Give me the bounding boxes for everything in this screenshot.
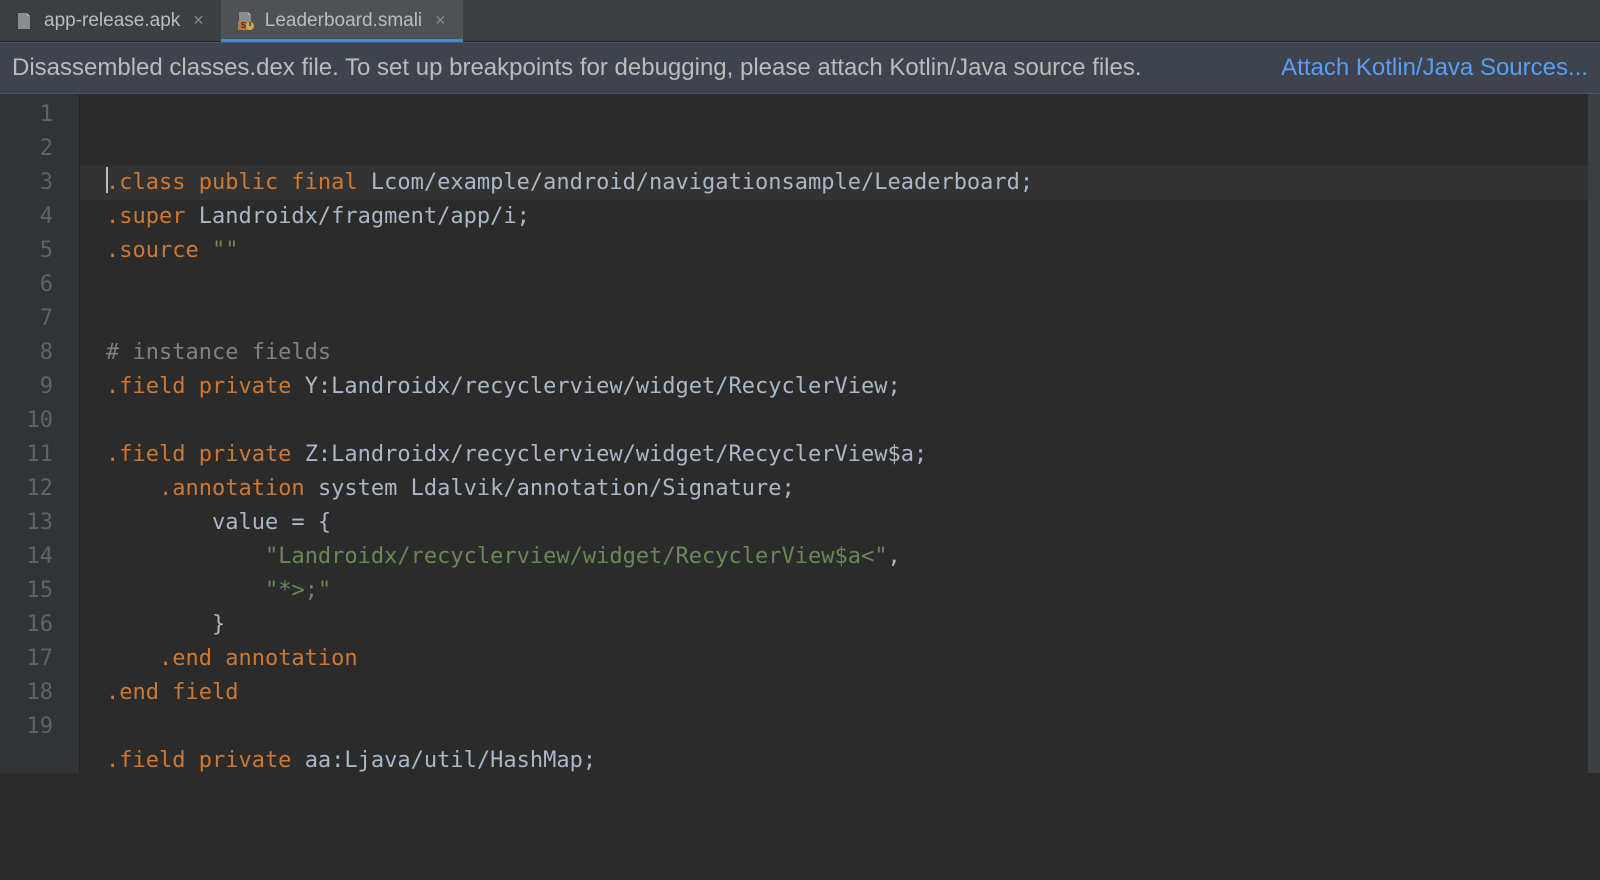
line-number: 15 — [0, 574, 79, 608]
code-line[interactable]: "Landroidx/recyclerview/widget/RecyclerV… — [106, 540, 1600, 574]
attach-sources-link[interactable]: Attach Kotlin/Java Sources... — [1281, 54, 1588, 82]
line-number: 7 — [0, 302, 79, 336]
line-number: 2 — [0, 132, 79, 166]
line-number: 18 — [0, 676, 79, 710]
svg-text:S: S — [241, 21, 247, 30]
code-line[interactable]: .field private Y:Landroidx/recyclerview/… — [106, 370, 1600, 404]
tab-leaderboard-smali[interactable]: S Leaderboard.smali × — [221, 0, 463, 41]
code-line[interactable]: .source "" — [106, 234, 1600, 268]
code-line[interactable] — [106, 302, 1600, 336]
code-line[interactable]: .super Landroidx/fragment/app/i; — [106, 200, 1600, 234]
code-line[interactable]: .end field — [106, 676, 1600, 710]
line-number: 14 — [0, 540, 79, 574]
line-number: 12 — [0, 472, 79, 506]
apk-file-icon — [14, 11, 34, 31]
code-line[interactable] — [106, 710, 1600, 744]
line-number: 13 — [0, 506, 79, 540]
code-line[interactable]: value = { — [106, 506, 1600, 540]
line-number: 4 — [0, 200, 79, 234]
code-line[interactable] — [106, 404, 1600, 438]
code-content[interactable]: .class public final Lcom/example/android… — [80, 94, 1600, 773]
close-icon[interactable]: × — [190, 10, 207, 31]
code-line[interactable] — [106, 778, 1600, 812]
code-line[interactable]: "*>;" — [106, 574, 1600, 608]
line-number: 17 — [0, 642, 79, 676]
tab-app-release[interactable]: app-release.apk × — [0, 0, 221, 41]
editor[interactable]: 12345678910111213141516171819 .class pub… — [0, 94, 1600, 773]
line-number: 10 — [0, 404, 79, 438]
code-line[interactable]: .field private Z:Landroidx/recyclerview/… — [106, 438, 1600, 472]
scrollbar-track[interactable] — [1588, 94, 1600, 773]
banner-message: Disassembled classes.dex file. To set up… — [12, 54, 1142, 82]
code-line[interactable]: .end annotation — [106, 642, 1600, 676]
line-number: 19 — [0, 710, 79, 744]
notification-banner: Disassembled classes.dex file. To set up… — [0, 42, 1600, 94]
smali-file-icon: S — [235, 11, 255, 31]
code-line[interactable] — [106, 268, 1600, 302]
line-number: 9 — [0, 370, 79, 404]
tab-bar: app-release.apk × S Leaderboard.smali × — [0, 0, 1600, 42]
code-line[interactable]: .class public final Lcom/example/android… — [80, 166, 1600, 200]
code-line[interactable]: .annotation system Ldalvik/annotation/Si… — [106, 472, 1600, 506]
line-number-gutter: 12345678910111213141516171819 — [0, 94, 80, 773]
line-number: 8 — [0, 336, 79, 370]
tab-label: Leaderboard.smali — [265, 10, 422, 32]
code-line[interactable]: } — [106, 608, 1600, 642]
line-number: 16 — [0, 608, 79, 642]
line-number: 3 — [0, 166, 79, 200]
code-line[interactable]: # instance fields — [106, 336, 1600, 370]
line-number: 1 — [0, 98, 79, 132]
tab-label: app-release.apk — [44, 10, 180, 32]
close-icon[interactable]: × — [432, 10, 449, 31]
line-number: 11 — [0, 438, 79, 472]
line-number: 6 — [0, 268, 79, 302]
line-number: 5 — [0, 234, 79, 268]
